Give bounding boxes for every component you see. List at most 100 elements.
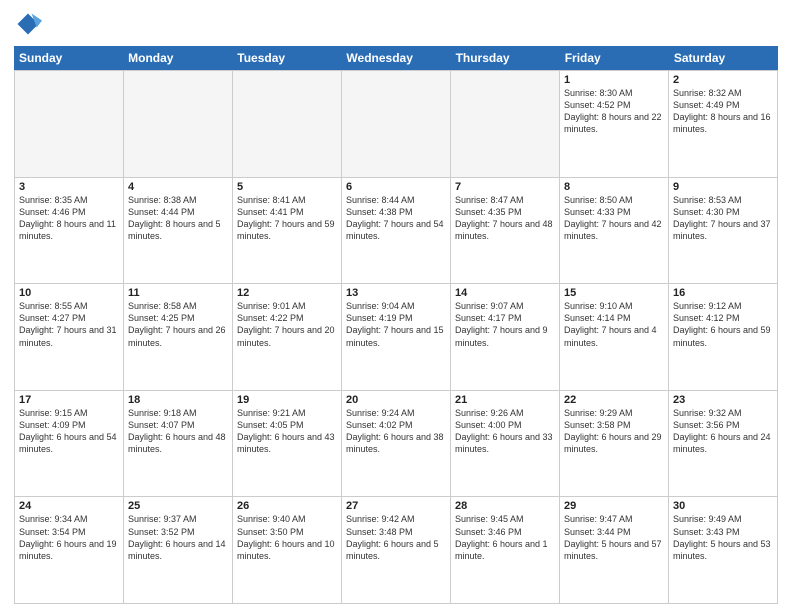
calendar-body: 1Sunrise: 8:30 AM Sunset: 4:52 PM Daylig… — [14, 70, 778, 604]
cal-cell: 12Sunrise: 9:01 AM Sunset: 4:22 PM Dayli… — [233, 284, 342, 390]
cal-cell: 5Sunrise: 8:41 AM Sunset: 4:41 PM Daylig… — [233, 178, 342, 284]
cell-info: Sunrise: 9:45 AM Sunset: 3:46 PM Dayligh… — [455, 513, 555, 562]
cal-cell — [233, 71, 342, 177]
cal-cell: 24Sunrise: 9:34 AM Sunset: 3:54 PM Dayli… — [15, 497, 124, 603]
day-number: 7 — [455, 181, 555, 193]
day-number: 27 — [346, 500, 446, 512]
cal-row-3: 17Sunrise: 9:15 AM Sunset: 4:09 PM Dayli… — [15, 391, 778, 498]
cell-info: Sunrise: 8:35 AM Sunset: 4:46 PM Dayligh… — [19, 194, 119, 243]
cal-row-4: 24Sunrise: 9:34 AM Sunset: 3:54 PM Dayli… — [15, 497, 778, 604]
cell-info: Sunrise: 9:01 AM Sunset: 4:22 PM Dayligh… — [237, 300, 337, 349]
day-number: 30 — [673, 500, 773, 512]
cell-info: Sunrise: 9:26 AM Sunset: 4:00 PM Dayligh… — [455, 407, 555, 456]
cell-info: Sunrise: 8:41 AM Sunset: 4:41 PM Dayligh… — [237, 194, 337, 243]
day-number: 6 — [346, 181, 446, 193]
day-number: 14 — [455, 287, 555, 299]
day-number: 21 — [455, 394, 555, 406]
cal-cell — [342, 71, 451, 177]
header-day-sunday: Sunday — [14, 46, 123, 70]
cell-info: Sunrise: 9:21 AM Sunset: 4:05 PM Dayligh… — [237, 407, 337, 456]
cal-cell: 14Sunrise: 9:07 AM Sunset: 4:17 PM Dayli… — [451, 284, 560, 390]
day-number: 18 — [128, 394, 228, 406]
cal-cell: 7Sunrise: 8:47 AM Sunset: 4:35 PM Daylig… — [451, 178, 560, 284]
cal-cell: 1Sunrise: 8:30 AM Sunset: 4:52 PM Daylig… — [560, 71, 669, 177]
cal-cell: 29Sunrise: 9:47 AM Sunset: 3:44 PM Dayli… — [560, 497, 669, 603]
header-day-friday: Friday — [560, 46, 669, 70]
page: SundayMondayTuesdayWednesdayThursdayFrid… — [0, 0, 792, 612]
day-number: 19 — [237, 394, 337, 406]
cell-info: Sunrise: 8:38 AM Sunset: 4:44 PM Dayligh… — [128, 194, 228, 243]
day-number: 1 — [564, 74, 664, 86]
cell-info: Sunrise: 9:49 AM Sunset: 3:43 PM Dayligh… — [673, 513, 773, 562]
day-number: 2 — [673, 74, 773, 86]
cal-cell: 26Sunrise: 9:40 AM Sunset: 3:50 PM Dayli… — [233, 497, 342, 603]
header-day-monday: Monday — [123, 46, 232, 70]
cal-cell: 15Sunrise: 9:10 AM Sunset: 4:14 PM Dayli… — [560, 284, 669, 390]
day-number: 10 — [19, 287, 119, 299]
day-number: 8 — [564, 181, 664, 193]
cal-cell: 28Sunrise: 9:45 AM Sunset: 3:46 PM Dayli… — [451, 497, 560, 603]
header-day-wednesday: Wednesday — [341, 46, 450, 70]
day-number: 28 — [455, 500, 555, 512]
cal-cell: 9Sunrise: 8:53 AM Sunset: 4:30 PM Daylig… — [669, 178, 778, 284]
cal-cell: 11Sunrise: 8:58 AM Sunset: 4:25 PM Dayli… — [124, 284, 233, 390]
day-number: 4 — [128, 181, 228, 193]
cell-info: Sunrise: 8:50 AM Sunset: 4:33 PM Dayligh… — [564, 194, 664, 243]
cell-info: Sunrise: 9:32 AM Sunset: 3:56 PM Dayligh… — [673, 407, 773, 456]
day-number: 9 — [673, 181, 773, 193]
cell-info: Sunrise: 8:47 AM Sunset: 4:35 PM Dayligh… — [455, 194, 555, 243]
day-number: 17 — [19, 394, 119, 406]
cell-info: Sunrise: 9:37 AM Sunset: 3:52 PM Dayligh… — [128, 513, 228, 562]
cell-info: Sunrise: 9:04 AM Sunset: 4:19 PM Dayligh… — [346, 300, 446, 349]
day-number: 26 — [237, 500, 337, 512]
day-number: 20 — [346, 394, 446, 406]
cal-cell: 2Sunrise: 8:32 AM Sunset: 4:49 PM Daylig… — [669, 71, 778, 177]
cal-cell — [451, 71, 560, 177]
cell-info: Sunrise: 8:30 AM Sunset: 4:52 PM Dayligh… — [564, 87, 664, 136]
cal-cell: 21Sunrise: 9:26 AM Sunset: 4:00 PM Dayli… — [451, 391, 560, 497]
header-day-saturday: Saturday — [669, 46, 778, 70]
day-number: 16 — [673, 287, 773, 299]
cell-info: Sunrise: 8:44 AM Sunset: 4:38 PM Dayligh… — [346, 194, 446, 243]
header — [14, 10, 778, 38]
day-number: 22 — [564, 394, 664, 406]
day-number: 13 — [346, 287, 446, 299]
cal-cell: 17Sunrise: 9:15 AM Sunset: 4:09 PM Dayli… — [15, 391, 124, 497]
cal-cell — [15, 71, 124, 177]
cal-cell: 13Sunrise: 9:04 AM Sunset: 4:19 PM Dayli… — [342, 284, 451, 390]
cal-row-1: 3Sunrise: 8:35 AM Sunset: 4:46 PM Daylig… — [15, 178, 778, 285]
logo — [14, 10, 46, 38]
cal-cell: 19Sunrise: 9:21 AM Sunset: 4:05 PM Dayli… — [233, 391, 342, 497]
day-number: 5 — [237, 181, 337, 193]
cal-cell: 22Sunrise: 9:29 AM Sunset: 3:58 PM Dayli… — [560, 391, 669, 497]
cell-info: Sunrise: 9:29 AM Sunset: 3:58 PM Dayligh… — [564, 407, 664, 456]
cell-info: Sunrise: 9:47 AM Sunset: 3:44 PM Dayligh… — [564, 513, 664, 562]
day-number: 23 — [673, 394, 773, 406]
cal-cell — [124, 71, 233, 177]
logo-icon — [14, 10, 42, 38]
day-number: 11 — [128, 287, 228, 299]
cal-row-2: 10Sunrise: 8:55 AM Sunset: 4:27 PM Dayli… — [15, 284, 778, 391]
header-day-thursday: Thursday — [451, 46, 560, 70]
cal-cell: 10Sunrise: 8:55 AM Sunset: 4:27 PM Dayli… — [15, 284, 124, 390]
cal-cell: 20Sunrise: 9:24 AM Sunset: 4:02 PM Dayli… — [342, 391, 451, 497]
cell-info: Sunrise: 9:24 AM Sunset: 4:02 PM Dayligh… — [346, 407, 446, 456]
cal-cell: 3Sunrise: 8:35 AM Sunset: 4:46 PM Daylig… — [15, 178, 124, 284]
day-number: 3 — [19, 181, 119, 193]
cal-cell: 30Sunrise: 9:49 AM Sunset: 3:43 PM Dayli… — [669, 497, 778, 603]
day-number: 15 — [564, 287, 664, 299]
cal-cell: 27Sunrise: 9:42 AM Sunset: 3:48 PM Dayli… — [342, 497, 451, 603]
calendar: SundayMondayTuesdayWednesdayThursdayFrid… — [14, 46, 778, 604]
cell-info: Sunrise: 9:12 AM Sunset: 4:12 PM Dayligh… — [673, 300, 773, 349]
cell-info: Sunrise: 8:32 AM Sunset: 4:49 PM Dayligh… — [673, 87, 773, 136]
cal-cell: 8Sunrise: 8:50 AM Sunset: 4:33 PM Daylig… — [560, 178, 669, 284]
cal-cell: 25Sunrise: 9:37 AM Sunset: 3:52 PM Dayli… — [124, 497, 233, 603]
cell-info: Sunrise: 8:53 AM Sunset: 4:30 PM Dayligh… — [673, 194, 773, 243]
cell-info: Sunrise: 9:15 AM Sunset: 4:09 PM Dayligh… — [19, 407, 119, 456]
cell-info: Sunrise: 9:10 AM Sunset: 4:14 PM Dayligh… — [564, 300, 664, 349]
day-number: 25 — [128, 500, 228, 512]
cell-info: Sunrise: 8:55 AM Sunset: 4:27 PM Dayligh… — [19, 300, 119, 349]
day-number: 24 — [19, 500, 119, 512]
cell-info: Sunrise: 8:58 AM Sunset: 4:25 PM Dayligh… — [128, 300, 228, 349]
cell-info: Sunrise: 9:07 AM Sunset: 4:17 PM Dayligh… — [455, 300, 555, 349]
